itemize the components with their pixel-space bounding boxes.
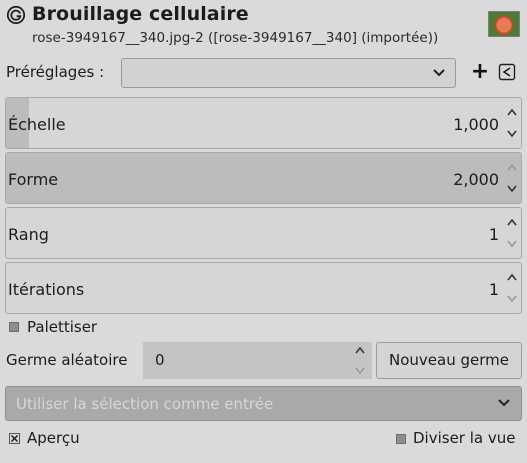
chevron-down-icon: [498, 399, 510, 407]
split-view-label: Diviser la vue: [413, 429, 516, 447]
shape-spinscale[interactable]: Forme 2,000: [5, 152, 522, 204]
scale-spinscale[interactable]: Échelle 1,000: [5, 97, 522, 149]
decrement-icon[interactable]: [505, 289, 519, 307]
increment-icon[interactable]: [353, 344, 367, 358]
preset-menu-icon[interactable]: [498, 63, 516, 81]
scale-value: 1,000: [453, 115, 499, 134]
shape-value: 2,000: [453, 170, 499, 189]
image-thumbnail: [488, 11, 520, 37]
new-seed-button[interactable]: Nouveau germe: [376, 342, 522, 379]
decrement-icon[interactable]: [505, 124, 519, 142]
rank-spinscale[interactable]: Rang 1: [5, 207, 522, 259]
presets-label: Préréglages :: [6, 63, 105, 81]
seed-label: Germe aléatoire: [6, 351, 128, 369]
decrement-icon[interactable]: [353, 363, 367, 377]
increment-icon[interactable]: [505, 269, 519, 287]
selection-input-label: Utiliser la sélection comme entrée: [16, 395, 274, 413]
scale-label: Échelle: [8, 115, 66, 134]
palettize-checkbox[interactable]: [9, 322, 19, 332]
increment-icon[interactable]: [505, 104, 519, 122]
iterations-value: 1: [488, 280, 499, 299]
dialog-title: Brouillage cellulaire: [32, 3, 249, 25]
chevron-down-icon: [433, 69, 445, 77]
preview-label: Aperçu: [27, 429, 80, 447]
increment-icon[interactable]: [505, 214, 519, 232]
iterations-label: Itérations: [8, 280, 85, 299]
increment-icon[interactable]: [505, 159, 519, 177]
seed-value: 0: [155, 351, 165, 369]
decrement-icon[interactable]: [505, 234, 519, 252]
presets-combo[interactable]: [121, 58, 456, 88]
palettize-label: Palettiser: [27, 318, 98, 336]
preview-checkbox[interactable]: [9, 433, 20, 444]
rank-label: Rang: [8, 225, 49, 244]
shape-level-fill: [6, 153, 521, 203]
iterations-spinscale[interactable]: Itérations 1: [5, 262, 522, 314]
decrement-icon[interactable]: [505, 179, 519, 197]
add-preset-button[interactable]: +: [469, 59, 491, 85]
rank-value: 1: [488, 225, 499, 244]
shape-label: Forme: [8, 170, 59, 189]
split-view-checkbox[interactable]: [396, 434, 406, 444]
seed-input[interactable]: [143, 342, 372, 379]
gegl-icon: [6, 5, 26, 25]
image-subtitle: rose-3949167__340.jpg-2 ([rose-3949167__…: [32, 30, 439, 46]
